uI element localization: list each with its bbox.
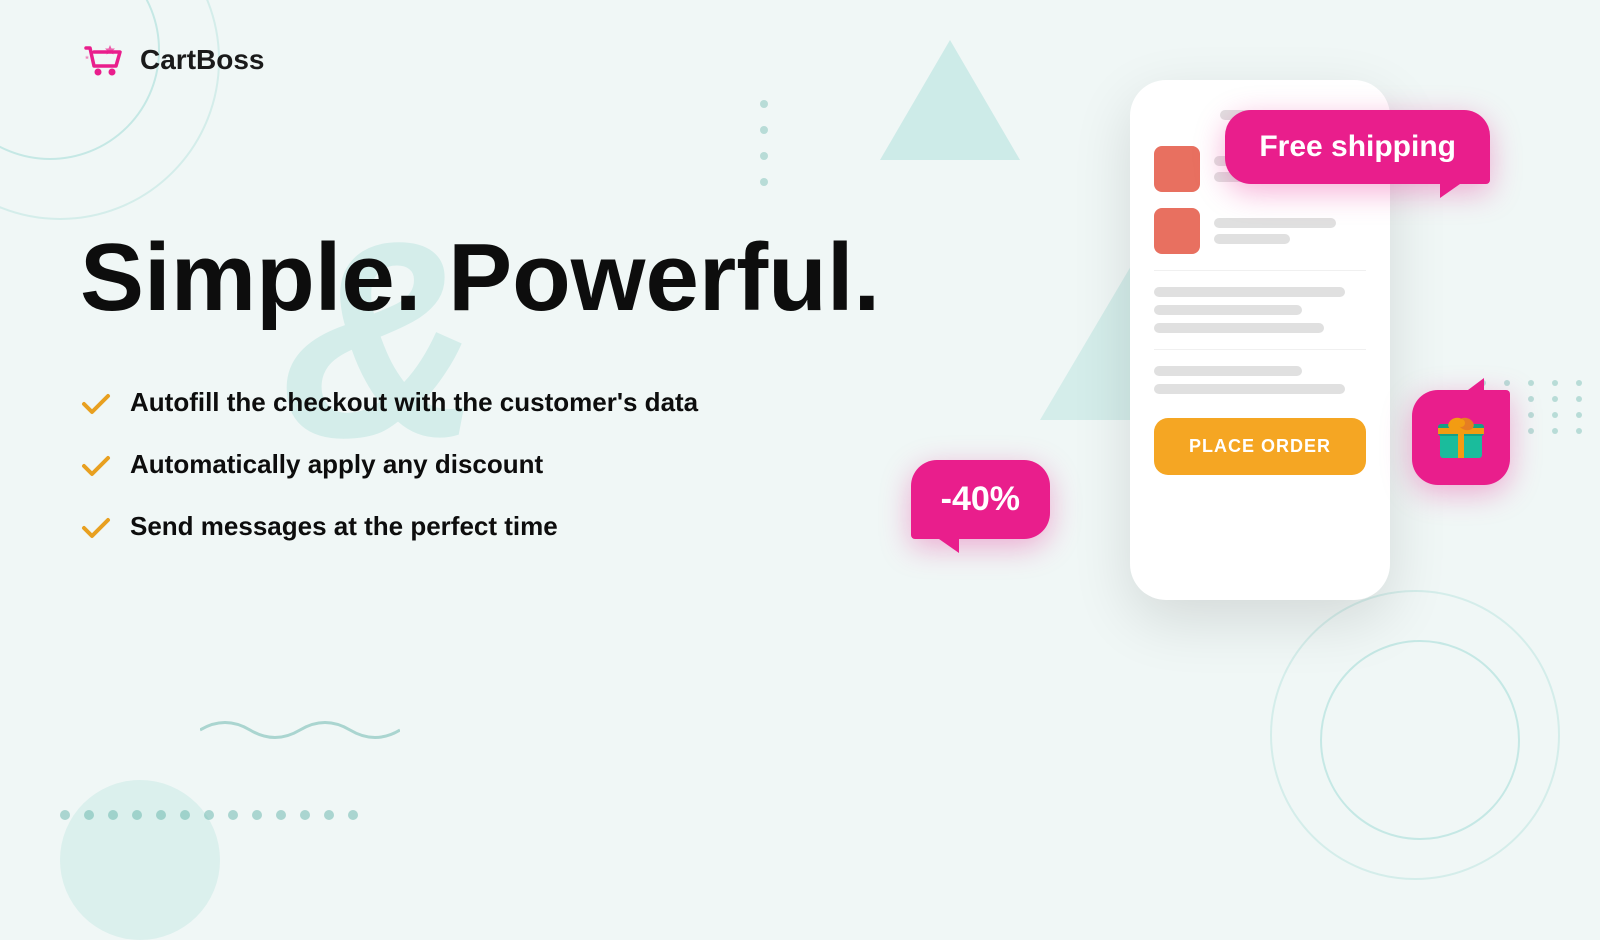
left-content: Simple. Powerful. Autofill the checkout … <box>80 230 880 544</box>
logo-area: CartBoss <box>80 40 264 80</box>
check-icon-1 <box>80 388 112 420</box>
bg-wave <box>200 710 400 750</box>
bg-dots-bottom <box>60 810 358 820</box>
phone-text-line-1 <box>1154 287 1345 297</box>
headline: Simple. Powerful. <box>80 230 880 326</box>
feature-text-1: Autofill the checkout with the customer'… <box>130 386 698 420</box>
features-list: Autofill the checkout with the customer'… <box>80 386 880 544</box>
gift-bubble <box>1412 390 1510 485</box>
phone-text-lines-2 <box>1154 366 1366 394</box>
feature-item-1: Autofill the checkout with the customer'… <box>80 386 880 420</box>
phone-line-2b <box>1214 234 1290 244</box>
cart-boss-logo-icon <box>80 40 128 80</box>
phone-item-lines-2 <box>1214 218 1366 244</box>
check-icon-2 <box>80 450 112 482</box>
phone-line-2a <box>1214 218 1336 228</box>
feature-item-3: Send messages at the perfect time <box>80 510 880 544</box>
phone-text-line-2 <box>1154 305 1302 315</box>
phone-divider <box>1154 270 1366 271</box>
free-shipping-bubble: Free shipping <box>1225 110 1490 184</box>
logo-text: CartBoss <box>140 44 264 76</box>
place-order-button[interactable]: PLACE ORDER <box>1154 418 1366 475</box>
feature-text-3: Send messages at the perfect time <box>130 510 558 544</box>
feature-item-2: Automatically apply any discount <box>80 448 880 482</box>
phone-text-line-3 <box>1154 323 1324 333</box>
check-icon-3 <box>80 512 112 544</box>
bg-circle-tl2 <box>0 0 220 220</box>
feature-text-2: Automatically apply any discount <box>130 448 543 482</box>
phone-product-image-1 <box>1154 146 1200 192</box>
phone-text-line-5 <box>1154 384 1345 394</box>
bg-triangle-small <box>880 40 1020 160</box>
bg-circle-mid <box>60 780 220 940</box>
phone-item-2 <box>1154 208 1366 254</box>
phone-text-lines <box>1154 287 1366 333</box>
phone-product-image-2 <box>1154 208 1200 254</box>
bg-dots-vertical <box>760 100 768 186</box>
bg-circle-br2 <box>1270 590 1560 880</box>
phone-text-line-4 <box>1154 366 1302 376</box>
phone-divider-2 <box>1154 349 1366 350</box>
gift-icon <box>1434 408 1488 462</box>
discount-bubble: -40% <box>911 460 1050 539</box>
